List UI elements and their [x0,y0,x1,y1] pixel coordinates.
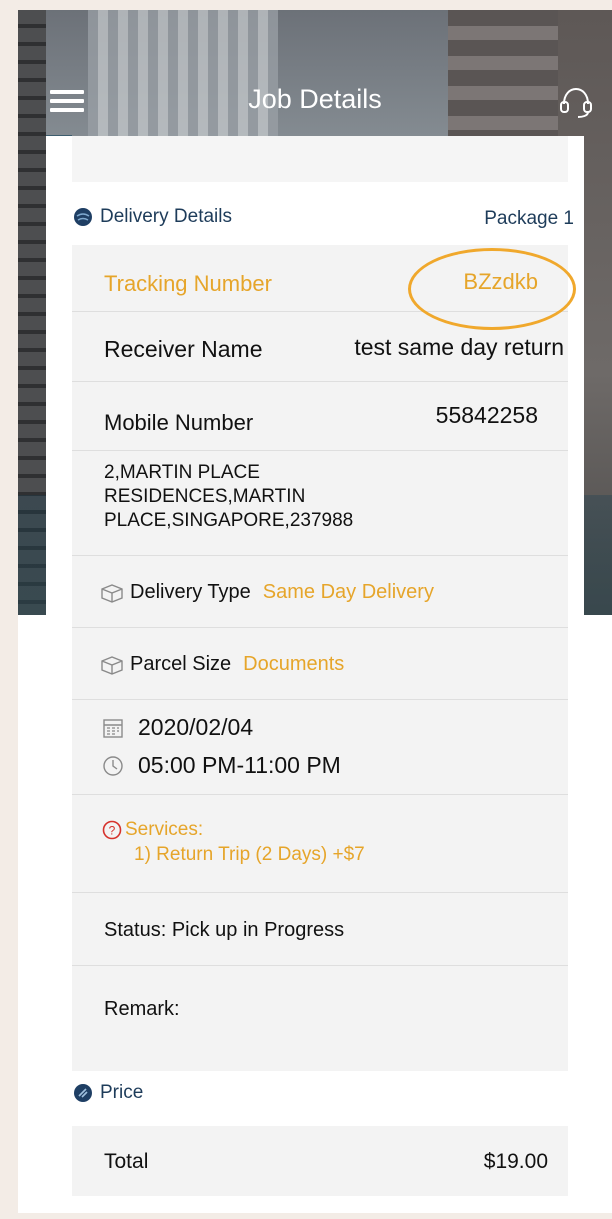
app-screen: Job Details Delivery Details Package 1 T… [18,10,612,1213]
status-row: Status: Pick up in Progress [72,893,568,966]
question-circle-icon[interactable]: ? [102,820,122,840]
parcel-size-label: Parcel Size [130,653,232,675]
mobile-row: Mobile Number 55842258 [72,382,568,451]
parcel-size-line: Parcel Size Documents [100,653,344,676]
delivery-details-panel: Tracking Number BZzdkb Receiver Name tes… [72,245,568,1071]
total-label: Total [104,1150,149,1173]
parcel-size-row: Parcel Size Documents [72,628,568,700]
box-icon [101,655,123,675]
price-header: Price [74,1082,143,1104]
date-value: 2020/02/04 [138,714,254,740]
delivery-type-label: Delivery Type [130,581,251,603]
tracking-number-highlight-circle [408,248,576,330]
clock-icon [103,755,123,776]
address-text: 2,MARTIN PLACE RESIDENCES,MARTIN PLACE,S… [104,461,353,533]
svg-text:?: ? [109,823,116,837]
previous-section-strip [72,136,568,182]
time-value: 05:00 PM-11:00 PM [138,752,341,778]
address-line: 2,MARTIN PLACE [104,462,260,483]
page-title: Job Details [248,84,382,114]
services-item: 1) Return Trip (2 Days) +$7 [134,844,365,865]
package-label: Package 1 [484,208,574,229]
services-block: ? Services: 1) Return Trip (2 Days) +$7 [102,817,365,867]
services-heading: ? Services: [102,817,365,842]
address-line: PLACE,SINGAPORE,237988 [104,510,354,531]
headset-icon[interactable] [558,86,594,120]
tracking-label: Tracking Number [104,271,272,296]
box-icon [101,583,123,603]
delivery-details-header: Delivery Details [74,206,232,228]
mobile-value: 55842258 [435,402,538,428]
top-bar: Job Details [18,68,612,128]
date-line: 2020/02/04 [102,714,253,741]
delivery-type-value: Same Day Delivery [262,581,434,603]
remark-row: Remark: [72,966,568,1071]
total-row: Total $19.00 [72,1126,568,1196]
price-tag-icon [74,1084,92,1102]
time-line: 05:00 PM-11:00 PM [102,752,341,779]
schedule-row: 2020/02/04 05:00 PM-11:00 PM [72,700,568,795]
remark-label: Remark: [104,998,180,1020]
parcel-size-value: Documents [243,653,345,675]
services-label: Services: [125,819,204,840]
address-line: RESIDENCES,MARTIN [104,486,306,507]
delivery-type-line: Delivery Type Same Day Delivery [100,581,434,604]
receiver-value: test same day return [354,334,564,360]
total-value: $19.00 [483,1150,548,1173]
address-row: 2,MARTIN PLACE RESIDENCES,MARTIN PLACE,S… [72,451,568,556]
delivery-details-label: Delivery Details [100,206,232,227]
delivery-type-row: Delivery Type Same Day Delivery [72,556,568,628]
receiver-label: Receiver Name [104,336,263,362]
price-label: Price [100,1082,144,1103]
services-row: ? Services: 1) Return Trip (2 Days) +$7 [72,795,568,893]
calendar-icon [103,718,123,738]
mobile-label: Mobile Number [104,410,254,435]
status-text: Status: Pick up in Progress [104,919,345,941]
globe-icon [74,208,92,226]
